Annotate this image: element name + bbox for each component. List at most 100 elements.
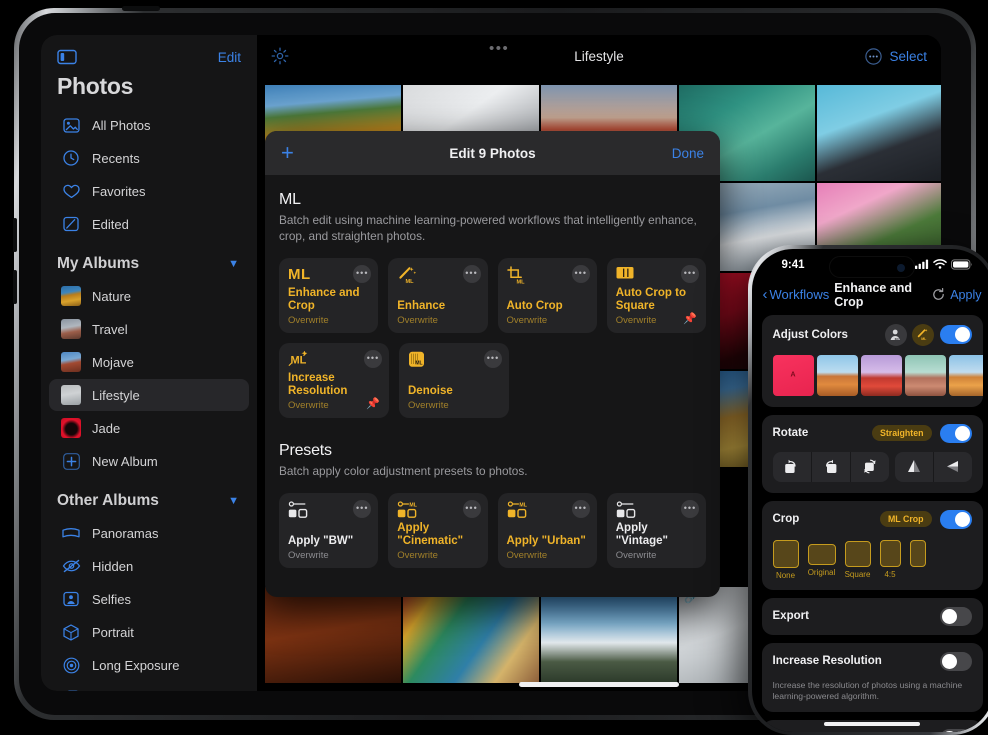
preset-card-cinematic[interactable]: ML ••• Apply "Cinematic" Overwrite	[388, 493, 487, 568]
sidebar-item-selfies[interactable]: Selfies	[49, 583, 249, 615]
crop-toggle[interactable]	[940, 510, 972, 529]
card-title: Denoise	[408, 385, 500, 398]
sidebar-item-edited[interactable]: Edited	[49, 208, 249, 240]
sidebar-group-other-albums[interactable]: Other Albums ▼	[41, 478, 257, 516]
preset-card-vintage[interactable]: ••• Apply "Vintage" Overwrite	[607, 493, 706, 568]
rotate-left-icon[interactable]	[812, 452, 850, 482]
person-ml-icon[interactable]: ML	[885, 324, 907, 346]
reduce-noise-toggle[interactable]	[940, 729, 972, 732]
card-more-button[interactable]: •••	[353, 500, 371, 518]
back-to-workflows-button[interactable]: ‹ Workflows	[763, 287, 830, 302]
card-more-button[interactable]: •••	[463, 265, 481, 283]
ipad-volume-down-button[interactable]	[13, 270, 17, 304]
rotate-free-icon[interactable]	[851, 452, 889, 482]
group-header: Rotate Straighten	[762, 415, 983, 452]
photo-thumbnail[interactable]	[403, 587, 539, 683]
workflow-card-increase-resolution[interactable]: ML ••• Increase Resolution Overwrite 📌	[279, 343, 389, 418]
flip-horizontal-icon[interactable]	[934, 452, 972, 482]
color-filter-strip[interactable]: A	[762, 355, 983, 407]
sidebar-toggle-icon[interactable]	[57, 49, 77, 65]
phone-settings-list: Adjust Colors ML ML A	[752, 309, 988, 732]
sidebar-item-jade[interactable]: Jade	[49, 412, 249, 444]
adjust-colors-toggle[interactable]	[940, 325, 972, 344]
card-more-button[interactable]: •••	[681, 265, 699, 283]
done-button[interactable]: Done	[672, 146, 704, 161]
more-dots-icon[interactable]: •••	[489, 40, 509, 57]
preset-card-urban[interactable]: ML ••• Apply "Urban" Overwrite	[498, 493, 597, 568]
sidebar-item-hidden[interactable]: Hidden	[49, 550, 249, 582]
photo-thumbnail[interactable]	[817, 85, 941, 181]
sidebar-item-long-exposure[interactable]: Long Exposure	[49, 649, 249, 681]
more-circle-icon[interactable]	[865, 48, 882, 65]
status-time: 9:41	[782, 259, 805, 271]
raw-icon: R	[61, 688, 81, 691]
crop-option-original[interactable]: Original	[808, 540, 836, 580]
gear-icon[interactable]	[271, 47, 289, 65]
sidebar-item-label: Selfies	[92, 592, 131, 607]
filter-thumbnail[interactable]	[817, 355, 858, 396]
rotate-toggle[interactable]	[940, 424, 972, 443]
crop-option-more[interactable]	[910, 540, 926, 580]
card-more-button[interactable]: •••	[681, 500, 699, 518]
crop-option-none[interactable]: None	[773, 540, 799, 580]
sidebar-item-portrait[interactable]: Portrait	[49, 616, 249, 648]
apply-button[interactable]: Apply	[950, 288, 981, 302]
rotate-right-icon[interactable]	[773, 452, 811, 482]
group-export: Export	[762, 598, 983, 635]
photo-thumbnail[interactable]	[265, 587, 401, 683]
card-more-button[interactable]: •••	[463, 500, 481, 518]
sidebar-group-my-albums[interactable]: My Albums ▼	[41, 241, 257, 279]
ipad-power-button[interactable]	[122, 6, 160, 11]
magic-wand-ml-icon[interactable]: ML	[912, 324, 934, 346]
phone-home-indicator[interactable]	[824, 722, 920, 726]
flip-vertical-icon[interactable]	[895, 452, 933, 482]
ipad-volume-up-button[interactable]	[13, 218, 17, 252]
sidebar-item-all-photos[interactable]: All Photos	[49, 109, 249, 141]
filter-thumbnail[interactable]: A	[773, 355, 814, 396]
reset-icon[interactable]	[932, 288, 945, 301]
group-header: Increase Resolution	[762, 643, 983, 680]
sidebar-item-raw[interactable]: R RAW	[49, 682, 249, 691]
card-more-button[interactable]: •••	[572, 265, 590, 283]
photo-thumbnail[interactable]	[541, 587, 677, 683]
chevron-down-icon[interactable]: ▼	[228, 258, 239, 270]
card-more-button[interactable]: •••	[364, 350, 382, 368]
filter-thumbnail[interactable]	[861, 355, 902, 396]
svg-text:ML: ML	[406, 279, 415, 285]
chevron-left-icon: ‹	[763, 287, 768, 302]
sidebar-group-label: My Albums	[57, 255, 139, 273]
filter-thumbnail[interactable]	[905, 355, 946, 396]
card-more-button[interactable]: •••	[484, 350, 502, 368]
sidebar-item-favorites[interactable]: Favorites	[49, 175, 249, 207]
card-more-button[interactable]: •••	[353, 265, 371, 283]
chevron-down-icon[interactable]: ▼	[228, 495, 239, 507]
crop-option-square[interactable]: Square	[845, 540, 871, 580]
ml-crop-badge: ML Crop	[880, 511, 932, 527]
export-toggle[interactable]	[940, 607, 972, 626]
ipad-home-indicator[interactable]	[519, 682, 679, 687]
group-label: Adjust Colors	[773, 329, 848, 341]
add-workflow-button[interactable]: +	[281, 142, 294, 164]
sidebar-item-recents[interactable]: Recents	[49, 142, 249, 174]
workflow-card-auto-crop-to-square[interactable]: ••• Auto Crop to Square Overwrite 📌	[607, 258, 706, 333]
sidebar-item-nature[interactable]: Nature	[49, 280, 249, 312]
select-button[interactable]: Select	[889, 49, 927, 64]
workflow-card-auto-crop[interactable]: ML ••• Auto Crop Overwrite	[498, 258, 597, 333]
card-more-button[interactable]: •••	[572, 500, 590, 518]
workflow-card-enhance[interactable]: ML ••• Enhance Overwrite	[388, 258, 487, 333]
workflow-card-row: ML ••• Increase Resolution Overwrite 📌	[279, 343, 706, 418]
sheet-body: ML Batch edit using machine learning-pow…	[265, 175, 720, 568]
crop-option-4-5[interactable]: 4:5	[880, 540, 901, 580]
sidebar-edit-button[interactable]: Edit	[218, 50, 241, 65]
workflow-card-enhance-and-crop[interactable]: ML ••• Enhance and Crop Overwrite	[279, 258, 378, 333]
sidebar-item-mojave[interactable]: Mojave	[49, 346, 249, 378]
preset-card-bw[interactable]: ••• Apply "BW" Overwrite	[279, 493, 378, 568]
increase-resolution-toggle[interactable]	[940, 652, 972, 671]
sidebar-item-lifestyle[interactable]: Lifestyle	[49, 379, 249, 411]
sidebar-item-new-album[interactable]: New Album	[49, 445, 249, 477]
filter-thumbnail[interactable]	[949, 355, 983, 396]
sidebar-item-travel[interactable]: Travel	[49, 313, 249, 345]
svg-text:ML: ML	[516, 279, 525, 285]
sidebar-item-panoramas[interactable]: Panoramas	[49, 517, 249, 549]
workflow-card-denoise[interactable]: ML ••• Denoise Overwrite	[399, 343, 509, 418]
